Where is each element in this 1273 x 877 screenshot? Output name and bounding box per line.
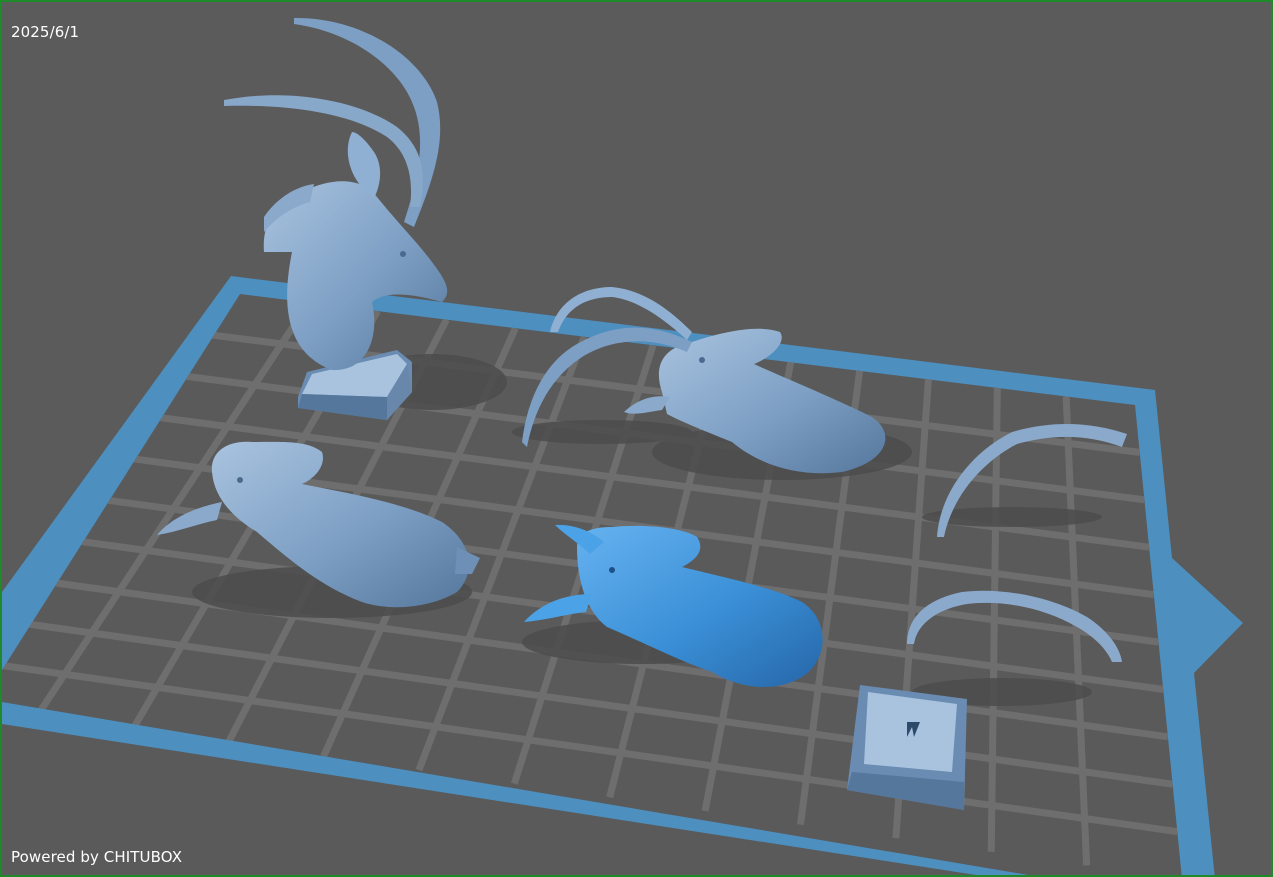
build-plate-scene[interactable] [2, 2, 1273, 877]
powered-by-label: Powered by CHITUBOX [11, 848, 183, 866]
3d-viewport[interactable]: 2025/6/1 Powered by CHITUBOX [0, 0, 1273, 877]
date-label: 2025/6/1 [11, 23, 80, 41]
model-pedestal-base[interactable] [847, 685, 967, 810]
